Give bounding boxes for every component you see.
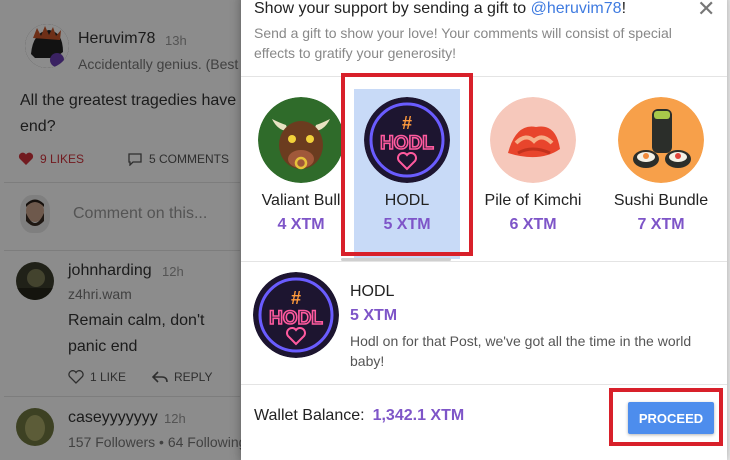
selected-gift-name: HODL xyxy=(350,283,395,300)
gift-name: HODL xyxy=(384,192,430,209)
wallet-balance-row: Wallet Balance: 1,342.1 XTM xyxy=(254,407,464,425)
kimchi-icon xyxy=(490,97,576,183)
wallet-balance: 1,342.1 XTM xyxy=(372,407,465,424)
divider xyxy=(241,76,727,77)
gift-price: 7 XTM xyxy=(637,216,685,233)
gift-name: Valiant Bull xyxy=(261,192,341,209)
selected-gift-description: Hodl on for that Post, we've got all the… xyxy=(350,333,692,369)
gift-name: Sushi Bundle xyxy=(613,192,709,209)
svg-text:#: # xyxy=(402,113,412,133)
wallet-label: Wallet Balance: xyxy=(254,407,365,424)
hodl-neon-icon: # HODL xyxy=(253,272,339,358)
bull-icon xyxy=(258,97,344,183)
title-prefix: Show your support by sending a gift to xyxy=(254,0,531,17)
divider xyxy=(241,384,727,385)
modal-subtitle: Send a gift to show your love! Your comm… xyxy=(254,25,672,61)
sushi-icon xyxy=(618,97,704,183)
recipient-handle[interactable]: @heruvim78 xyxy=(531,0,622,17)
modal-title: Show your support by sending a gift to @… xyxy=(254,0,626,18)
close-icon[interactable]: ✕ xyxy=(697,0,715,20)
gift-price: 5 XTM xyxy=(383,216,431,233)
svg-text:#: # xyxy=(291,288,301,308)
gift-option-valiant-bull[interactable]: Valiant Bull 4 XTM xyxy=(241,89,361,259)
hodl-neon-icon: # HODL xyxy=(364,97,450,183)
gift-option-sushi-bundle[interactable]: Sushi Bundle 7 XTM xyxy=(601,89,721,259)
proceed-button[interactable]: PROCEED xyxy=(628,402,714,434)
gift-option-hodl[interactable]: # HODL HODL 5 XTM xyxy=(354,89,460,259)
divider xyxy=(241,261,727,262)
gift-option-pile-of-kimchi[interactable]: Pile of Kimchi 6 XTM xyxy=(473,89,593,259)
svg-text:HODL: HODL xyxy=(269,308,323,329)
send-gift-modal: Show your support by sending a gift to @… xyxy=(241,0,727,460)
gift-name: Pile of Kimchi xyxy=(484,192,582,209)
selected-gift-price: 5 XTM xyxy=(350,307,398,324)
gift-price: 6 XTM xyxy=(509,216,557,233)
gift-price: 4 XTM xyxy=(277,216,325,233)
title-suffix: ! xyxy=(621,0,627,17)
svg-text:HODL: HODL xyxy=(380,133,434,154)
